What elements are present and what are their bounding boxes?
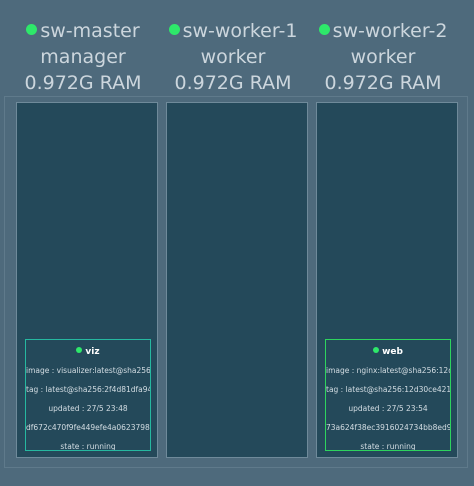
task-tag: tag : latest@sha256:12d30ce421ad5 [326, 385, 451, 394]
task-id: df672c470f9fe449efe4a0623798656 [26, 423, 151, 432]
node-header-sw-worker-1: sw-worker-1 worker 0.972G RAM [158, 18, 308, 96]
task-updated: updated : 27/5 23:54 [348, 404, 428, 413]
task-card-viz[interactable]: viz image : visualizer:latest@sha256:2f4… [25, 339, 151, 451]
node-name: sw-master [40, 20, 140, 42]
node-name: sw-worker-2 [332, 20, 448, 42]
task-updated: updated : 27/5 23:48 [48, 404, 128, 413]
node-ram: 0.972G RAM [174, 72, 292, 94]
node-ram: 0.972G RAM [24, 72, 142, 94]
node-column-sw-worker-1 [166, 102, 308, 458]
status-dot-icon [168, 24, 180, 35]
status-dot-icon [373, 347, 380, 353]
task-image: image : nginx:latest@sha256:12d30e [326, 366, 450, 375]
status-dot-icon [318, 24, 330, 35]
task-name: viz [85, 347, 100, 357]
node-header-sw-master: sw-master manager 0.972G RAM [8, 18, 158, 96]
node-column-sw-worker-2: web image : nginx:latest@sha256:12d30e t… [316, 102, 458, 458]
node-role: worker [350, 46, 416, 68]
status-dot-icon [26, 24, 38, 35]
node-ram: 0.972G RAM [324, 72, 442, 94]
task-card-web[interactable]: web image : nginx:latest@sha256:12d30e t… [325, 339, 451, 451]
task-name: web [382, 347, 403, 357]
node-header-sw-worker-2: sw-worker-2 worker 0.972G RAM [308, 18, 458, 96]
task-image: image : visualizer:latest@sha256:2f4 [26, 366, 151, 375]
node-role: manager [40, 46, 126, 68]
task-state: state : running [60, 442, 116, 451]
node-column-sw-master: viz image : visualizer:latest@sha256:2f4… [16, 102, 158, 458]
node-name: sw-worker-1 [182, 20, 298, 42]
status-dot-icon [76, 347, 83, 353]
task-id: 73a624f38ec3916024734bb8ed9aed [326, 423, 450, 432]
task-state: state : running [360, 442, 416, 451]
node-role: worker [200, 46, 266, 68]
task-tag: tag : latest@sha256:2f4d81dfa94083 [26, 385, 150, 394]
